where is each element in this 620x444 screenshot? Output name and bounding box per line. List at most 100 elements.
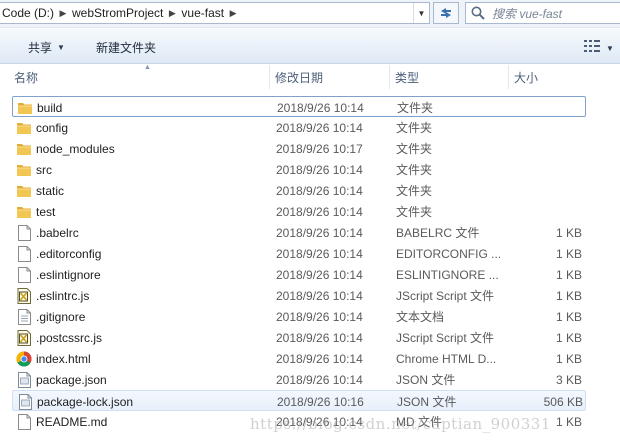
file-size	[512, 138, 582, 159]
text-file-icon	[16, 306, 32, 327]
breadcrumb-webstromproject[interactable]: webStromProject	[70, 3, 165, 23]
breadcrumb-drive[interactable]: Code (D:)	[0, 3, 56, 23]
file-date: 2018/9/26 10:14	[276, 246, 363, 261]
breadcrumb-separator-icon[interactable]: ▶	[226, 8, 240, 19]
breadcrumb-separator-icon[interactable]: ▶	[165, 8, 179, 19]
folder-icon	[17, 97, 33, 118]
file-size: 1 KB	[555, 330, 582, 345]
file-type: 文件夹	[397, 101, 434, 115]
file-row[interactable]: src 2018/9/26 10:14 文件夹	[12, 159, 586, 180]
file-type: JScript Script 文件	[396, 331, 495, 345]
file-type: 文件夹	[396, 163, 433, 177]
chrome-html-icon	[16, 348, 32, 369]
file-name: .babelrc	[36, 225, 79, 240]
search-placeholder: 搜索 vue-fast	[492, 6, 563, 21]
file-row[interactable]: build 2018/9/26 10:14 文件夹	[12, 96, 586, 117]
file-size: 1 KB	[555, 288, 582, 303]
file-date: 2018/9/26 10:14	[276, 267, 363, 282]
view-options-dropdown-icon[interactable]: ▼	[606, 38, 614, 58]
folder-icon	[16, 201, 32, 222]
file-size	[512, 117, 582, 138]
file-row[interactable]: .postcssrc.js 2018/9/26 10:14 JScript Scri…	[12, 327, 586, 348]
new-folder-button[interactable]: 新建文件夹	[96, 37, 156, 57]
file-type: JSON 文件	[397, 395, 457, 409]
json-file-icon	[16, 369, 32, 390]
file-row[interactable]: node_modules 2018/9/26 10:17 文件夹	[12, 138, 586, 159]
file-size: 1 KB	[555, 246, 582, 261]
details-view-icon	[584, 40, 600, 52]
file-type: BABELRC 文件	[396, 226, 480, 240]
file-name: src	[36, 162, 52, 177]
file-name: package.json	[36, 372, 107, 387]
file-date: 2018/9/26 10:14	[276, 204, 363, 219]
file-row[interactable]: static 2018/9/26 10:14 文件夹	[12, 180, 586, 201]
file-size	[512, 201, 582, 222]
file-date: 2018/9/26 10:16	[277, 394, 364, 409]
refresh-button[interactable]	[433, 2, 459, 24]
column-header-size[interactable]: 大小	[510, 65, 590, 89]
file-row[interactable]: .eslintignore 2018/9/26 10:14 ESLINTIGNORE…	[12, 264, 586, 285]
breadcrumb-vue-fast[interactable]: vue-fast	[179, 3, 226, 23]
new-folder-label: 新建文件夹	[96, 40, 157, 55]
column-name-label: 名称	[14, 70, 39, 85]
column-header-type[interactable]: 类型	[391, 65, 509, 89]
file-name: node_modules	[36, 141, 115, 156]
file-row[interactable]: .editorconfig 2018/9/26 10:14 EDITORCONFIG…	[12, 243, 586, 264]
file-type: ESLINTIGNORE ...	[396, 267, 499, 282]
column-date-label: 修改日期	[275, 70, 324, 85]
file-row[interactable]: README.md 2018/9/26 10:14 MD 文件 1 KB	[12, 411, 586, 432]
file-size	[513, 97, 583, 118]
file-size: 1 KB	[555, 267, 582, 282]
file-type: JScript Script 文件	[396, 289, 495, 303]
file-date: 2018/9/26 10:14	[276, 225, 363, 240]
blank-file-icon	[16, 264, 32, 285]
file-row[interactable]: .gitignore 2018/9/26 10:14 文本文档 1 KB	[12, 306, 586, 327]
file-row[interactable]: package.json 2018/9/26 10:14 JSON 文件 3 KB	[12, 369, 586, 390]
breadcrumb-separator-icon[interactable]: ▶	[56, 8, 70, 19]
change-view-button[interactable]	[584, 38, 604, 54]
navigation-bar: Code (D:) ▶ webStromProject ▶ vue-fast ▶…	[0, 0, 620, 28]
file-row[interactable]: index.html 2018/9/26 10:14 Chrome HTML D..…	[12, 348, 586, 369]
file-row[interactable]: test 2018/9/26 10:14 文件夹	[12, 201, 586, 222]
column-type-label: 类型	[395, 70, 420, 85]
file-row[interactable]: .babelrc 2018/9/26 10:14 BABELRC 文件 1 KB	[12, 222, 586, 243]
file-row[interactable]: package-lock.json 2018/9/26 10:16 JSON 文件 5…	[12, 390, 586, 411]
jscript-file-icon	[16, 285, 32, 306]
file-date: 2018/9/26 10:14	[276, 372, 363, 387]
command-bar: 共享 ▼ 新建文件夹 ▼	[0, 29, 620, 64]
address-history-dropdown-icon[interactable]: ▼	[413, 3, 429, 23]
file-size: 506 KB	[543, 394, 583, 409]
file-size	[512, 159, 582, 180]
file-size: 1 KB	[555, 414, 582, 429]
blank-file-icon	[16, 411, 32, 432]
file-name: README.md	[36, 414, 108, 429]
file-date: 2018/9/26 10:14	[276, 414, 363, 429]
share-button[interactable]: 共享 ▼	[28, 37, 65, 57]
file-size: 1 KB	[555, 309, 582, 324]
folder-icon	[16, 117, 32, 138]
file-size	[512, 180, 582, 201]
folder-icon	[16, 180, 32, 201]
file-date: 2018/9/26 10:17	[276, 141, 363, 156]
file-name: config	[36, 120, 69, 135]
file-name: .eslintignore	[36, 267, 101, 282]
refresh-icon	[441, 8, 451, 18]
address-bar[interactable]: Code (D:) ▶ webStromProject ▶ vue-fast ▶…	[0, 2, 430, 24]
file-date: 2018/9/26 10:14	[276, 162, 363, 177]
file-date: 2018/9/26 10:14	[276, 351, 363, 366]
search-input[interactable]: 搜索 vue-fast	[465, 2, 620, 24]
blank-file-icon	[16, 222, 32, 243]
chevron-down-icon: ▼	[57, 42, 65, 52]
file-name: .gitignore	[36, 309, 86, 324]
file-type: 文本文档	[396, 310, 445, 324]
blank-file-icon	[16, 243, 32, 264]
file-date: 2018/9/26 10:14	[276, 288, 363, 303]
json-file-icon	[17, 391, 33, 412]
column-header-name[interactable]: 名称 ▲	[10, 64, 270, 89]
column-header-date[interactable]: 修改日期	[271, 65, 390, 89]
file-name: static	[36, 183, 65, 198]
file-date: 2018/9/26 10:14	[276, 120, 363, 135]
file-row[interactable]: .eslintrc.js 2018/9/26 10:14 JScript Scrip…	[12, 285, 586, 306]
file-date: 2018/9/26 10:14	[276, 309, 363, 324]
file-row[interactable]: config 2018/9/26 10:14 文件夹	[12, 117, 586, 138]
